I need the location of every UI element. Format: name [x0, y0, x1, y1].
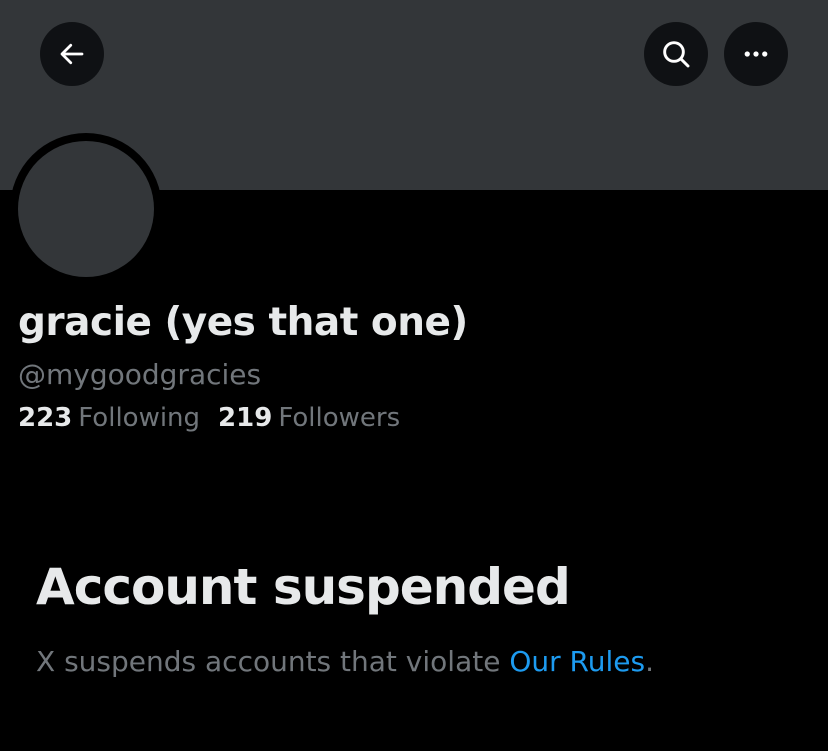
following-count: 223 — [18, 403, 73, 433]
profile-page: gracie (yes that one) @mygoodgracies 223… — [0, 0, 828, 751]
following-label: Following — [78, 403, 201, 433]
suspended-message-period: . — [645, 645, 654, 678]
user-handle: @mygoodgracies — [18, 358, 262, 391]
following-stat[interactable]: 223 Following — [18, 403, 200, 433]
followers-count: 219 — [218, 403, 273, 433]
suspended-message: X suspends accounts that violate Our Rul… — [36, 645, 654, 678]
suspended-title: Account suspended — [36, 558, 571, 616]
search-icon — [660, 38, 692, 70]
avatar-frame — [10, 133, 162, 285]
suspended-message-text: X suspends accounts that violate — [36, 645, 510, 678]
avatar[interactable] — [18, 141, 154, 277]
more-horizontal-icon — [741, 39, 771, 69]
back-button[interactable] — [40, 22, 104, 86]
followers-label: Followers — [278, 403, 401, 433]
display-name: gracie (yes that one) — [18, 300, 468, 345]
our-rules-link[interactable]: Our Rules — [509, 645, 645, 678]
arrow-left-icon — [57, 39, 87, 69]
search-button[interactable] — [644, 22, 708, 86]
follow-stats: 223 Following 219 Followers — [18, 403, 400, 433]
more-button[interactable] — [724, 22, 788, 86]
followers-stat[interactable]: 219 Followers — [218, 403, 400, 433]
